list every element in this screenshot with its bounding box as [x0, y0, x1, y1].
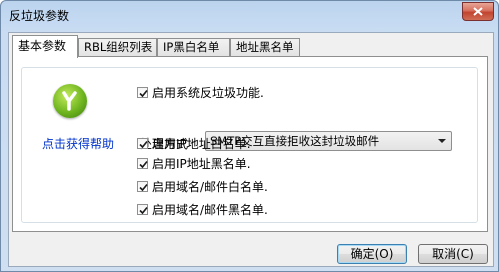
help-logo-icon[interactable]	[53, 84, 87, 118]
checkbox-box[interactable]	[137, 180, 148, 192]
close-icon	[473, 7, 483, 16]
tab-rbl-list[interactable]: RBL组织列表	[78, 38, 157, 56]
cancel-button[interactable]: 取消(C)	[418, 244, 488, 264]
tab-ip-list[interactable]: IP黑白名单	[157, 38, 230, 56]
ip-blacklist-label: 启用IP地址黑名单.	[152, 156, 251, 171]
checkbox-box[interactable]	[137, 86, 148, 98]
dialog-client-area: 基本参数 RBL组织列表 IP黑白名单 地址黑名单 点击获得帮助 启用系统反垃圾…	[8, 32, 494, 267]
ip-whitelist-checkbox[interactable]: 启用IP地址白名单.	[137, 135, 251, 151]
close-button[interactable]	[462, 2, 494, 21]
domain-whitelist-checkbox[interactable]: 启用域名/邮件白名单.	[137, 178, 268, 194]
domain-whitelist-label: 启用域名/邮件白名单.	[152, 179, 268, 194]
dialog-window: 反垃圾参数 基本参数 RBL组织列表 IP黑白名单 地址黑名单 点击获得帮助 启…	[0, 0, 499, 272]
checkbox-box[interactable]	[137, 137, 148, 149]
domain-blacklist-label: 启用域名/邮件黑名单.	[152, 202, 268, 217]
ip-blacklist-checkbox[interactable]: 启用IP地址黑名单.	[137, 155, 251, 171]
check-icon	[139, 89, 148, 97]
ip-whitelist-label: 启用IP地址白名单.	[152, 136, 251, 151]
chevron-down-icon	[438, 139, 446, 143]
domain-blacklist-checkbox[interactable]: 启用域名/邮件黑名单.	[137, 201, 268, 217]
check-icon	[139, 183, 148, 191]
enable-antispam-label: 启用系统反垃圾功能.	[152, 85, 264, 100]
checkbox-box[interactable]	[137, 157, 148, 169]
ok-button[interactable]: 确定(O)	[337, 244, 407, 264]
check-icon	[139, 206, 148, 214]
help-link[interactable]: 点击获得帮助	[42, 135, 114, 152]
y-glyph-icon	[62, 91, 77, 111]
title-bar[interactable]: 反垃圾参数	[1, 1, 498, 27]
check-icon	[139, 140, 148, 148]
window-title: 反垃圾参数	[9, 9, 70, 23]
tab-address-blacklist[interactable]: 地址黑名单	[230, 38, 300, 56]
check-icon	[139, 160, 148, 168]
checkbox-box[interactable]	[137, 203, 148, 215]
enable-antispam-checkbox[interactable]: 启用系统反垃圾功能.	[137, 84, 264, 100]
tab-basic-params[interactable]: 基本参数	[12, 35, 78, 58]
